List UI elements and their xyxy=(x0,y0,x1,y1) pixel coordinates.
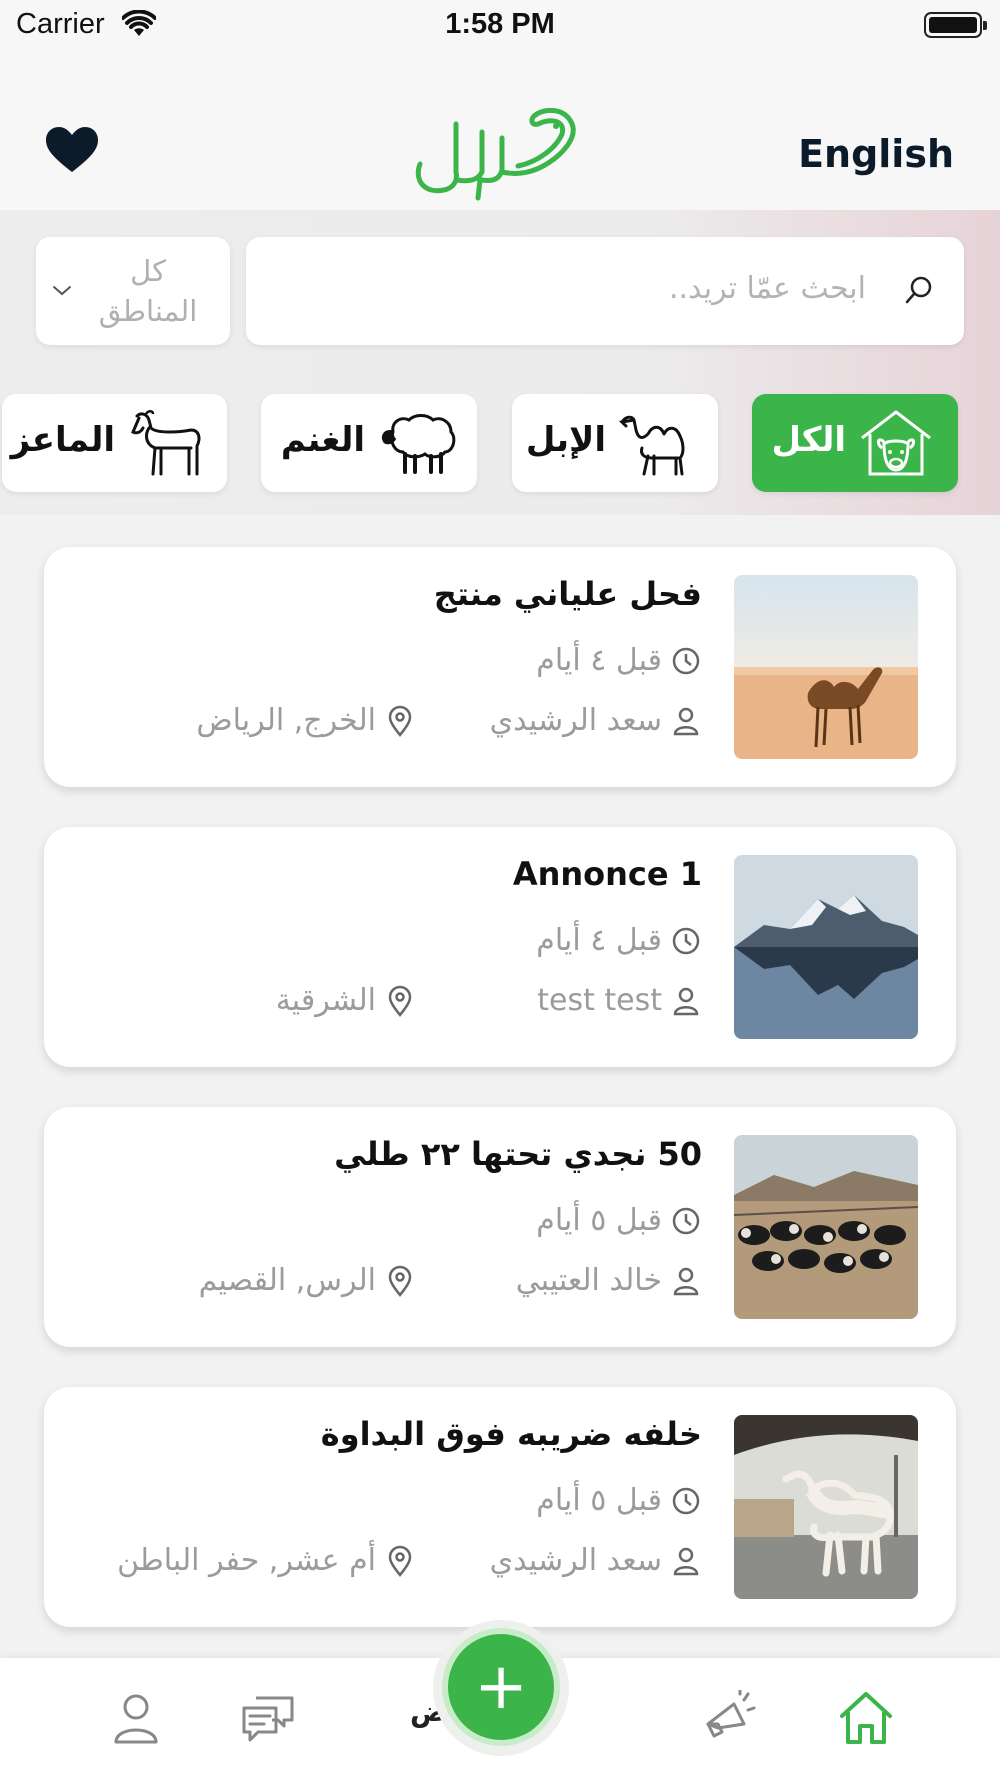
clock: 1:58 PM xyxy=(445,8,555,40)
clock-icon xyxy=(672,1207,700,1234)
status-bar: Carrier 1:58 PM xyxy=(0,0,1000,52)
listing-card[interactable]: فحل علياني منتج قبل ٤ أيام سعد الرشيدي ا… xyxy=(44,547,956,787)
plus-icon: + xyxy=(474,1650,528,1724)
user-icon xyxy=(673,1267,699,1295)
search-input[interactable]: ابحث عمّا تريد.. xyxy=(246,237,964,345)
listing-time: قبل ٥ أيام xyxy=(536,1203,702,1238)
listing-title: Annonce 1 xyxy=(512,855,702,893)
listing-location-text: الرس, القصيم xyxy=(198,1263,376,1298)
listing-seller: سعد الرشيدي xyxy=(490,703,702,738)
app-header: English xyxy=(0,52,1000,210)
listing-location-text: الشرقية xyxy=(275,983,376,1018)
region-dropdown[interactable]: كل المناطق xyxy=(36,237,230,345)
listing-time: قبل ٤ أيام xyxy=(536,643,702,678)
listing-photo xyxy=(734,1415,918,1599)
listing-time-text: قبل ٤ أيام xyxy=(536,923,662,958)
listing-photo xyxy=(734,855,918,1039)
category-label: الغنم xyxy=(280,420,365,460)
location-pin-icon xyxy=(388,705,412,737)
listing-time-text: قبل ٥ أيام xyxy=(536,1203,662,1238)
listing-title: خلفه ضريبه فوق البداوة xyxy=(320,1415,702,1453)
listing-seller-name: خالد العتيبي xyxy=(515,1263,662,1298)
listing-location-text: أم عشر, حفر الباطن xyxy=(117,1543,376,1578)
listing-location-text: الخرج, الرياض xyxy=(196,703,376,738)
listing-time-text: قبل ٥ أيام xyxy=(536,1483,662,1518)
user-icon xyxy=(673,1547,699,1575)
listing-location: أم عشر, حفر الباطن xyxy=(117,1543,416,1578)
search-placeholder: ابحث عمّا تريد.. xyxy=(668,271,866,306)
sheep-icon xyxy=(381,414,456,474)
user-icon xyxy=(673,987,699,1015)
category-goats[interactable]: الماعز xyxy=(2,394,227,492)
location-pin-icon xyxy=(388,985,412,1017)
listing-title: فحل علياني منتج xyxy=(433,575,702,613)
listing-location: الرس, القصيم xyxy=(199,1263,416,1298)
listing-seller: سعد الرشيدي xyxy=(490,1543,702,1578)
listing-seller: خالد العتيبي xyxy=(516,1263,702,1298)
listing-location: الشرقية xyxy=(276,983,416,1018)
listing-time-text: قبل ٤ أيام xyxy=(536,643,662,678)
user-icon xyxy=(673,707,699,735)
goat-icon xyxy=(131,410,201,476)
category-sheep[interactable]: الغنم xyxy=(261,394,477,492)
category-all[interactable]: الكل xyxy=(752,394,958,492)
profile-user-icon[interactable] xyxy=(108,1690,164,1746)
category-label: الماعز xyxy=(10,420,115,460)
livestock-barn-icon xyxy=(861,410,931,476)
listing-seller-name: سعد الرشيدي xyxy=(489,1543,662,1578)
app-logo xyxy=(415,108,576,201)
listing-seller-name: test test xyxy=(537,983,662,1018)
location-pin-icon xyxy=(388,1545,412,1577)
clock-icon xyxy=(672,927,700,954)
language-toggle-button[interactable]: English xyxy=(798,132,954,176)
listing-card[interactable]: 50 نجدي تحتها ٢٢ طلي قبل ٥ أيام خالد الع… xyxy=(44,1107,956,1347)
category-label: الكل xyxy=(771,420,846,460)
camel-icon xyxy=(618,415,685,476)
clock-icon xyxy=(672,647,700,674)
home-icon[interactable] xyxy=(838,1690,894,1746)
favorites-heart-icon[interactable] xyxy=(44,126,100,176)
megaphone-icon[interactable] xyxy=(700,1690,756,1746)
category-label: الإبل xyxy=(525,420,606,460)
listing-card[interactable]: Annonce 1 قبل ٤ أيام test test الشرقية xyxy=(44,827,956,1067)
chevron-down-icon xyxy=(53,286,71,296)
listing-seller: test test xyxy=(537,983,702,1018)
category-camels[interactable]: الإبل xyxy=(512,394,718,492)
listing-time: قبل ٥ أيام xyxy=(536,1483,702,1518)
listing-photo xyxy=(734,1135,918,1319)
clock-icon xyxy=(672,1487,700,1514)
battery-icon xyxy=(924,12,987,38)
chat-icon[interactable] xyxy=(240,1690,296,1746)
listing-title: 50 نجدي تحتها ٢٢ طلي xyxy=(334,1135,702,1173)
search-icon xyxy=(905,276,932,304)
add-listing-button[interactable]: + xyxy=(442,1628,560,1746)
listing-card[interactable]: خلفه ضريبه فوق البداوة قبل ٥ أيام سعد ال… xyxy=(44,1387,956,1627)
listing-seller-name: سعد الرشيدي xyxy=(489,703,662,738)
location-pin-icon xyxy=(388,1265,412,1297)
filter-panel: ابحث عمّا تريد.. كل المناطق الكل الإبل ا… xyxy=(0,210,1000,515)
region-selected-value: كل المناطق xyxy=(98,254,198,328)
listing-time: قبل ٤ أيام xyxy=(536,923,702,958)
listing-location: الخرج, الرياض xyxy=(196,703,416,738)
listing-photo xyxy=(734,575,918,759)
